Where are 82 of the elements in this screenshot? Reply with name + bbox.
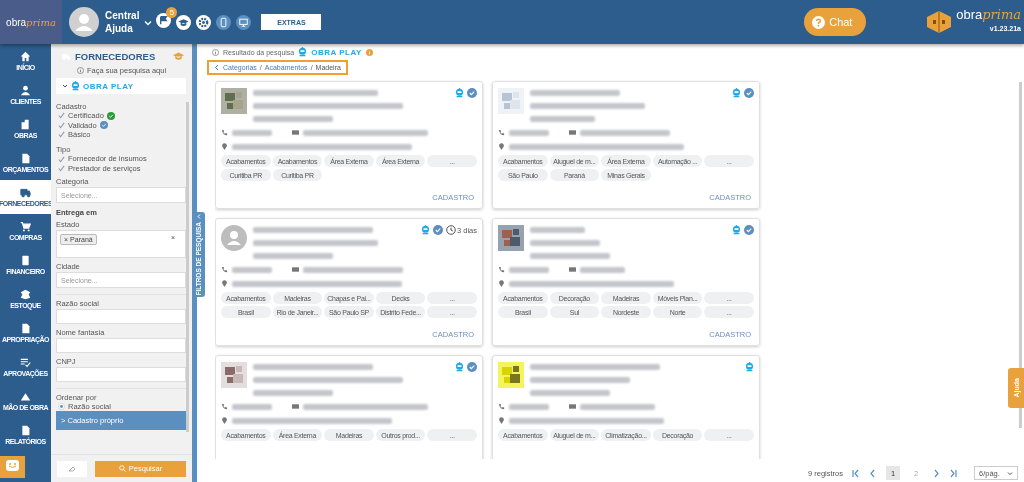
blurred-text — [509, 129, 549, 136]
avatar-icon[interactable] — [69, 7, 99, 37]
next-page-icon[interactable] — [932, 468, 940, 478]
caret-icon — [195, 213, 202, 219]
document-icon — [20, 153, 31, 164]
cube-logo-icon — [926, 10, 953, 34]
brand-name: obraprima — [956, 8, 1021, 22]
phone-icon — [498, 266, 505, 273]
box-icon — [20, 289, 31, 300]
clock-icon — [446, 225, 456, 235]
phone-icon — [221, 403, 228, 410]
phone-icon — [498, 403, 505, 410]
user-name[interactable]: Central Ajuda — [105, 9, 140, 35]
blurred-text — [530, 240, 600, 246]
checkbox[interactable] — [58, 131, 65, 139]
radio-button[interactable] — [58, 403, 65, 411]
mail-icon — [569, 403, 576, 410]
listcheck-icon — [20, 357, 31, 368]
phone-icon — [221, 129, 228, 136]
settings-icon[interactable] — [196, 14, 212, 30]
pin-icon — [498, 143, 505, 150]
info-badge-icon — [365, 48, 373, 56]
info-icon — [212, 48, 219, 56]
checkbox[interactable] — [58, 155, 65, 163]
first-page-icon[interactable] — [852, 468, 860, 478]
mail-icon — [292, 129, 299, 136]
checkbox[interactable] — [58, 164, 65, 172]
pin-icon — [221, 280, 228, 287]
panel-title: FORNECEDORES — [75, 50, 156, 62]
caret-icon[interactable] — [62, 83, 68, 89]
checkbox[interactable] — [58, 112, 65, 120]
hill-icon — [20, 391, 31, 402]
phone-icon[interactable] — [216, 14, 232, 30]
info-icon — [76, 67, 84, 74]
back-icon[interactable] — [214, 64, 220, 71]
certified-icon — [106, 111, 115, 120]
mail-icon — [569, 129, 576, 136]
graduation-cap-icon[interactable] — [176, 14, 192, 30]
help-icon — [812, 15, 826, 29]
blurred-text — [530, 116, 595, 122]
pin-icon — [498, 280, 505, 287]
blurred-text — [232, 403, 272, 410]
calculator-icon — [20, 255, 31, 266]
blurred-text — [232, 129, 272, 136]
blurred-text — [232, 266, 272, 273]
avatar-icon — [221, 225, 247, 251]
input-field[interactable] — [56, 338, 186, 354]
input-field[interactable] — [56, 309, 186, 325]
robot-icon — [71, 81, 80, 91]
cart-icon — [20, 221, 31, 232]
last-page-icon[interactable] — [949, 468, 957, 478]
flag-icon[interactable] — [156, 12, 172, 28]
verified-icon — [99, 121, 108, 130]
home-icon — [20, 51, 31, 62]
checkbox[interactable] — [58, 121, 65, 129]
notification-badge: 5 — [166, 6, 178, 18]
pin-icon — [221, 417, 228, 424]
phone-icon — [221, 266, 228, 273]
caret-icon — [1007, 470, 1013, 476]
robot-icon — [298, 47, 308, 57]
doccheck-icon — [20, 323, 31, 334]
blurred-text — [509, 403, 549, 410]
pin-icon — [221, 143, 228, 150]
mail-icon — [292, 266, 299, 273]
pin-icon — [498, 417, 505, 424]
monitor-icon[interactable] — [236, 14, 252, 30]
person-icon — [20, 85, 31, 96]
mail-icon — [569, 266, 576, 273]
blurred-text — [580, 266, 625, 273]
blurred-text — [509, 266, 549, 273]
obraplay-logo: OBRA PLAY — [83, 81, 134, 91]
search-icon — [118, 465, 126, 472]
input-field[interactable] — [56, 367, 186, 383]
building-icon — [20, 119, 31, 130]
eraser-icon — [68, 465, 76, 472]
previous-page-icon[interactable] — [869, 468, 877, 478]
blurred-text — [530, 227, 585, 233]
phone-icon — [498, 129, 505, 136]
obraplay-logo: OBRA PLAY — [311, 47, 362, 57]
app-logo[interactable]: obraprima — [0, 0, 62, 44]
mail-icon — [292, 403, 299, 410]
report-icon — [20, 425, 31, 436]
